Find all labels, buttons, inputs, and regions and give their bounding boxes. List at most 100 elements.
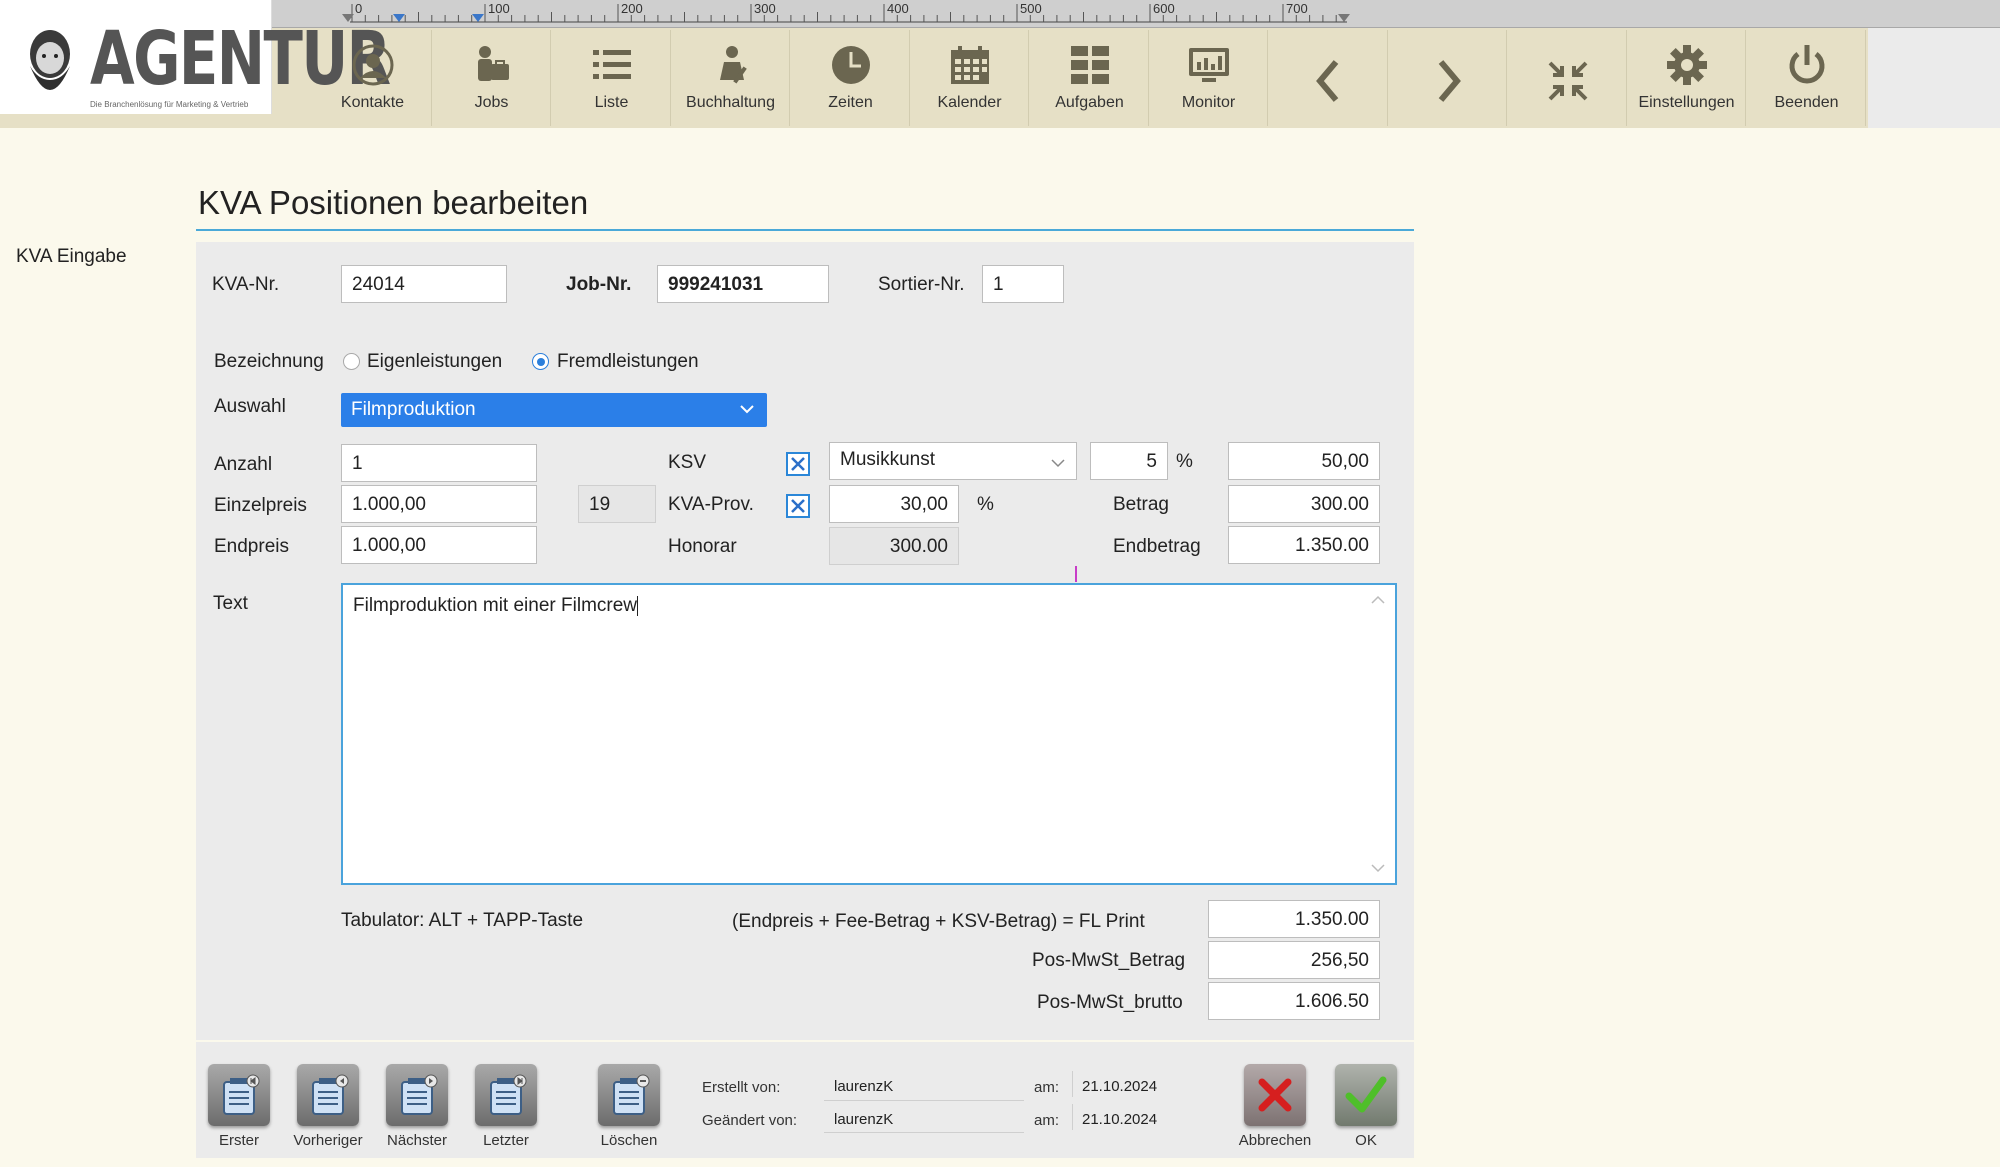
einzelpreis-label: Einzelpreis bbox=[214, 495, 307, 516]
fl-print-field[interactable]: 1.350.00 bbox=[1208, 900, 1380, 938]
job-nr-field[interactable]: 999241031 bbox=[657, 265, 829, 303]
endpreis-label: Endpreis bbox=[214, 536, 289, 557]
einzelpreis-field[interactable]: 1.000,00 bbox=[341, 485, 537, 523]
next-record-label: Nächster bbox=[386, 1132, 448, 1149]
radio-eigenleistungen[interactable] bbox=[343, 353, 360, 370]
ksv-checkbox[interactable] bbox=[786, 452, 810, 476]
auswahl-dropdown[interactable]: Filmproduktion bbox=[341, 393, 767, 427]
endpreis-field[interactable]: 1.000,00 bbox=[341, 526, 537, 564]
calendar-icon bbox=[951, 46, 989, 84]
toolbar-button-kalender[interactable]: Kalender bbox=[911, 30, 1029, 126]
pos-mwst-betrag-field[interactable]: 256,50 bbox=[1208, 941, 1380, 979]
separator bbox=[1072, 1104, 1073, 1130]
toolbar-label: Liste bbox=[594, 94, 629, 111]
ruler-tick-label: 600 bbox=[1153, 1, 1175, 16]
toolbar-label: Beenden bbox=[1774, 94, 1839, 111]
last-record-button[interactable] bbox=[475, 1064, 537, 1126]
anzahl-field[interactable]: 1 bbox=[341, 444, 537, 482]
gear-icon bbox=[1667, 45, 1707, 85]
toolbar-button-kontakte[interactable]: Kontakte bbox=[314, 30, 432, 126]
endbetrag-field[interactable]: 1.350.00 bbox=[1228, 526, 1380, 564]
auswahl-value: Filmproduktion bbox=[351, 399, 476, 420]
jobs-icon bbox=[478, 46, 509, 81]
toolbar-label: Kalender bbox=[937, 94, 1002, 111]
ruler-tab-marker[interactable] bbox=[472, 14, 484, 22]
toolbar-label: Monitor bbox=[1181, 94, 1236, 111]
toolbar-label: Jobs bbox=[474, 94, 509, 111]
delete-label: Löschen bbox=[600, 1132, 658, 1149]
honorar-label: Honorar bbox=[668, 536, 737, 557]
monitor-icon bbox=[1189, 48, 1229, 82]
delete-button[interactable] bbox=[598, 1064, 660, 1126]
ruler-first-line-marker[interactable] bbox=[393, 14, 405, 22]
power-icon bbox=[1789, 45, 1825, 84]
changed-am-label: am: bbox=[1034, 1112, 1060, 1129]
betrag-field[interactable]: 300.00 bbox=[1228, 485, 1380, 523]
pos-mwst-betrag-label: Pos-MwSt_Betrag bbox=[1032, 950, 1186, 971]
title-divider bbox=[196, 229, 1414, 231]
toolbar-label: Buchhaltung bbox=[686, 94, 775, 111]
toolbar-button-aufgaben[interactable]: Aufgaben bbox=[1031, 30, 1149, 126]
list-icon bbox=[593, 50, 631, 79]
toolbar-button-jobs[interactable]: Jobs bbox=[433, 30, 551, 126]
next-record-button[interactable] bbox=[386, 1064, 448, 1126]
logo: AGENTUR Die Branchenlösung für Marketing… bbox=[0, 0, 391, 114]
kva-nr-field[interactable]: 24014 bbox=[341, 265, 507, 303]
anzahl-label: Anzahl bbox=[214, 454, 273, 475]
x-check-icon bbox=[791, 499, 805, 513]
kva-prov-checkbox[interactable] bbox=[786, 494, 810, 518]
previous-record-icon bbox=[312, 1074, 349, 1115]
ksv-category-select[interactable]: Musikkunst bbox=[829, 442, 1077, 480]
sidebar-label: KVA Eingabe bbox=[16, 246, 127, 267]
ruler-tick-label: 0 bbox=[355, 1, 362, 16]
toolbar-button-buchhaltung[interactable]: Buchhaltung bbox=[672, 30, 790, 126]
radio-fremdleistungen[interactable] bbox=[532, 353, 549, 370]
pos-mwst-brutto-label: Pos-MwSt_brutto bbox=[1037, 992, 1183, 1013]
toolbar-button-zeiten[interactable]: Zeiten bbox=[792, 30, 910, 126]
cancel-button[interactable] bbox=[1244, 1064, 1306, 1126]
toolbar: 0 100 200 300 400 500 600 700 AGENTUR Die Branc… bbox=[0, 0, 2000, 128]
ksv-label: KSV bbox=[668, 452, 707, 473]
changed-by-label: Geändert von: bbox=[702, 1112, 798, 1129]
text-area-content: Filmproduktion mit einer Filmcrew bbox=[353, 595, 638, 616]
toolbar-label: Einstellungen bbox=[1638, 94, 1735, 111]
honorar-field: 300.00 bbox=[829, 527, 959, 565]
toolbar-button-monitor[interactable]: Monitor bbox=[1150, 30, 1268, 126]
cancel-label: Abbrechen bbox=[1238, 1132, 1312, 1149]
toolbar-button-collapse[interactable] bbox=[1509, 30, 1627, 126]
first-record-button[interactable] bbox=[208, 1064, 270, 1126]
chevron-right-icon bbox=[1438, 60, 1461, 102]
toolbar-button-forward[interactable] bbox=[1389, 30, 1507, 126]
created-am-label: am: bbox=[1034, 1079, 1060, 1096]
checkmark-icon bbox=[1345, 1076, 1387, 1113]
ruler-tick-label: 500 bbox=[1020, 1, 1042, 16]
sort-nr-label: Sortier-Nr. bbox=[878, 274, 965, 295]
toolbar-button-liste[interactable]: Liste bbox=[553, 30, 671, 126]
first-record-label: Erster bbox=[218, 1132, 259, 1149]
kva-prov-percent-field[interactable]: 30,00 bbox=[829, 485, 959, 523]
scroll-up-icon[interactable] bbox=[1371, 595, 1385, 605]
created-by-label: Erstellt von: bbox=[702, 1079, 781, 1096]
ruler-scale: 0 100 200 300 400 500 600 700 bbox=[342, 1, 1350, 23]
ok-label: OK bbox=[1355, 1132, 1377, 1149]
kva-prov-percent-sign: % bbox=[977, 494, 994, 515]
sort-nr-field[interactable]: 1 bbox=[982, 265, 1064, 303]
toolbar-empty-area bbox=[1868, 28, 2000, 128]
toolbar-button-beenden[interactable]: Beenden bbox=[1748, 30, 1866, 126]
toolbar-button-einstellungen[interactable]: Einstellungen bbox=[1628, 30, 1746, 126]
toolbar-button-back[interactable] bbox=[1270, 30, 1388, 126]
ruler-right-indent-marker[interactable] bbox=[1338, 14, 1350, 22]
radio-fremdleistungen-label[interactable]: Fremdleistungen bbox=[557, 351, 699, 373]
ok-button[interactable] bbox=[1335, 1064, 1397, 1126]
job-nr-label: Job-Nr. bbox=[566, 274, 632, 295]
text-area[interactable]: Filmproduktion mit einer Filmcrew bbox=[341, 583, 1397, 885]
auswahl-label: Auswahl bbox=[214, 396, 286, 417]
ksv-percent-field[interactable]: 5 bbox=[1090, 442, 1168, 480]
collapse-icon bbox=[1548, 61, 1588, 101]
previous-record-button[interactable] bbox=[297, 1064, 359, 1126]
scroll-down-icon[interactable] bbox=[1371, 863, 1385, 873]
tab-hint: Tabulator: ALT + TAPP-Taste bbox=[341, 910, 584, 931]
radio-eigenleistungen-label[interactable]: Eigenleistungen bbox=[367, 351, 502, 373]
pos-mwst-brutto-field[interactable]: 1.606.50 bbox=[1208, 982, 1380, 1020]
ksv-amount-field[interactable]: 50,00 bbox=[1228, 442, 1380, 480]
